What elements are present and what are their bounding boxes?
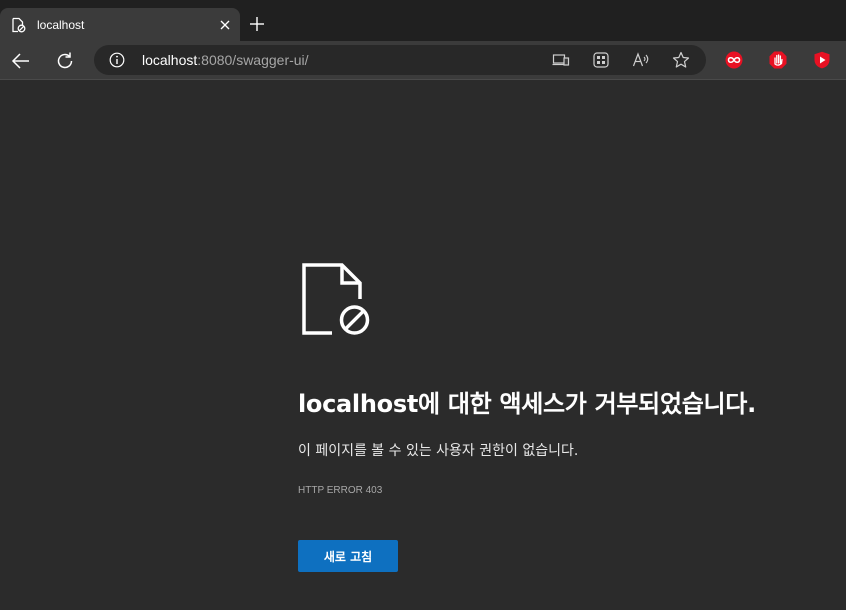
- tab-strip: localhost: [0, 0, 846, 41]
- address-bar[interactable]: localhost:8080/swagger-ui/: [94, 45, 706, 75]
- back-arrow-icon[interactable]: [10, 50, 32, 72]
- url-text[interactable]: localhost:8080/swagger-ui/: [142, 52, 309, 68]
- close-icon[interactable]: [218, 18, 232, 32]
- browser-toolbar: localhost:8080/swagger-ui/: [0, 41, 846, 80]
- info-icon[interactable]: [109, 52, 125, 68]
- star-icon[interactable]: [672, 51, 690, 69]
- blocked-page-icon: [12, 17, 26, 33]
- url-host: localhost: [142, 52, 198, 68]
- error-page: localhost에 대한 액세스가 거부되었습니다. 이 페이지를 볼 수 있…: [0, 81, 846, 610]
- red-infinity-extension-icon[interactable]: [725, 51, 743, 69]
- active-tab[interactable]: localhost: [0, 8, 240, 41]
- error-message: 이 페이지를 볼 수 있는 사용자 권한이 없습니다.: [298, 443, 579, 459]
- blocked-page-icon: [302, 263, 370, 335]
- page-title: localhost에 대한 액세스가 거부되었습니다.: [298, 390, 756, 418]
- red-hand-extension-icon[interactable]: [769, 51, 787, 69]
- tab-title: localhost: [37, 18, 85, 32]
- read-aloud-icon[interactable]: [632, 51, 650, 69]
- url-path: :8080/swagger-ui/: [197, 52, 309, 68]
- collections-icon[interactable]: [592, 51, 610, 69]
- error-code: HTTP ERROR 403: [298, 485, 383, 496]
- app-install-icon[interactable]: [552, 51, 570, 69]
- refresh-icon[interactable]: [54, 50, 76, 72]
- red-play-extension-icon[interactable]: [813, 51, 831, 69]
- reload-button[interactable]: 새로 고침: [298, 540, 398, 572]
- plus-icon[interactable]: [249, 16, 265, 32]
